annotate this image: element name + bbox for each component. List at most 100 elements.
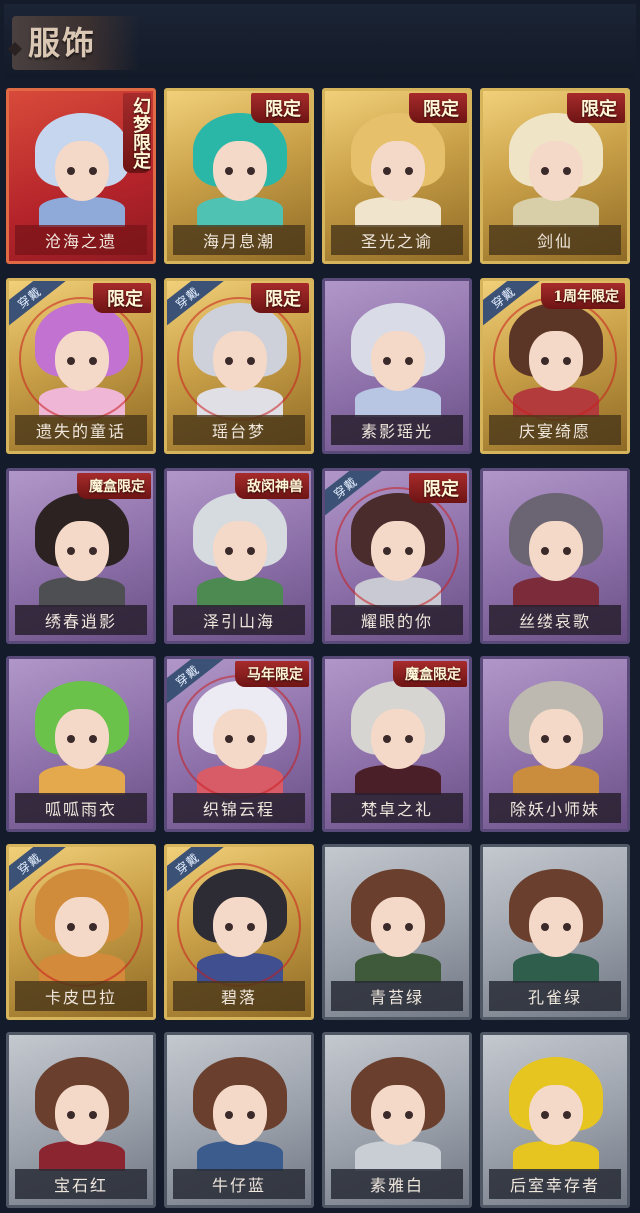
costume-name: 圣光之谕 xyxy=(331,225,463,255)
outfit-shape xyxy=(39,765,125,795)
costume-name: 梵卓之礼 xyxy=(331,793,463,823)
limited-tag: 限定 xyxy=(251,93,309,123)
eyes-shape xyxy=(67,1111,97,1119)
character-portrait xyxy=(501,1049,611,1171)
eyes-shape xyxy=(67,923,97,931)
costume-name: 海月息潮 xyxy=(173,225,305,255)
limited-tag: 限定 xyxy=(409,93,467,123)
eyes-shape xyxy=(225,735,255,743)
outfit-shape xyxy=(197,387,283,417)
costume-name: 青苔绿 xyxy=(331,981,463,1011)
costume-card[interactable]: 除妖小师妹 xyxy=(480,656,630,832)
costume-card[interactable]: 后室幸存者 xyxy=(480,1032,630,1208)
outfit-shape xyxy=(513,953,599,983)
character-portrait xyxy=(501,861,611,983)
costume-name: 瑶台梦 xyxy=(173,415,305,445)
outfit-shape xyxy=(197,765,283,795)
costume-name: 牛仔蓝 xyxy=(173,1169,305,1199)
costume-card[interactable]: 青苔绿 xyxy=(322,844,472,1020)
costume-card[interactable]: 素影瑶光 xyxy=(322,278,472,454)
costume-card[interactable]: 限定海月息潮 xyxy=(164,88,314,264)
outfit-shape xyxy=(39,577,125,607)
eyes-shape xyxy=(225,167,255,175)
character-portrait xyxy=(185,673,295,795)
page-title: 服饰 xyxy=(28,24,97,62)
eyes-shape xyxy=(383,547,413,555)
outfit-shape xyxy=(197,953,283,983)
limited-tag: 1周年限定 xyxy=(541,283,625,309)
costume-card[interactable]: 魔盒限定 绣春逍影 xyxy=(6,468,156,644)
costume-name: 庆宴绮愿 xyxy=(489,415,621,445)
eyes-shape xyxy=(225,357,255,365)
costume-card[interactable]: 穿戴 马年限定 织锦云程 xyxy=(164,656,314,832)
outfit-shape xyxy=(355,1141,441,1171)
character-portrait xyxy=(185,861,295,983)
costume-card[interactable]: 牛仔蓝 xyxy=(164,1032,314,1208)
costume-name: 素影瑶光 xyxy=(331,415,463,445)
character-portrait xyxy=(343,861,453,983)
costume-card[interactable]: 穿戴 限定 遗失的童话 xyxy=(6,278,156,454)
costume-card[interactable]: 呱呱雨衣 xyxy=(6,656,156,832)
outfit-shape xyxy=(355,577,441,607)
outfit-shape xyxy=(513,577,599,607)
character-portrait xyxy=(27,861,137,983)
outfit-shape xyxy=(513,197,599,227)
character-portrait xyxy=(27,485,137,607)
eyes-shape xyxy=(225,1111,255,1119)
costume-card[interactable]: 限定剑仙 xyxy=(480,88,630,264)
costume-card[interactable]: 魔盒限定梵卓之礼 xyxy=(322,656,472,832)
character-portrait xyxy=(185,1049,295,1171)
outfit-shape xyxy=(513,1141,599,1171)
limited-tag: 限定 xyxy=(251,283,309,313)
outfit-shape xyxy=(355,387,441,417)
outfit-shape xyxy=(197,577,283,607)
eyes-shape xyxy=(541,167,571,175)
costume-name: 织锦云程 xyxy=(173,793,305,823)
costume-name: 后室幸存者 xyxy=(489,1169,621,1199)
costume-name: 耀眼的你 xyxy=(331,605,463,635)
costume-card[interactable]: 穿戴 碧落 xyxy=(164,844,314,1020)
costume-name: 碧落 xyxy=(173,981,305,1011)
costume-card[interactable]: 幻梦限定 沧海之遗 xyxy=(6,88,156,264)
costume-name: 卡皮巴拉 xyxy=(15,981,147,1011)
costume-name: 孔雀绿 xyxy=(489,981,621,1011)
limited-tag: 限定 xyxy=(567,93,625,123)
costume-card[interactable]: 穿戴 卡皮巴拉 xyxy=(6,844,156,1020)
eyes-shape xyxy=(383,1111,413,1119)
eyes-shape xyxy=(541,1111,571,1119)
eyes-shape xyxy=(541,547,571,555)
eyes-shape xyxy=(67,357,97,365)
costume-card[interactable]: 敌闵神兽 泽引山海 xyxy=(164,468,314,644)
outfit-shape xyxy=(355,953,441,983)
header: 服饰 xyxy=(4,4,636,78)
costume-name: 丝缕哀歌 xyxy=(489,605,621,635)
limited-tag: 魔盒限定 xyxy=(77,473,151,499)
character-portrait xyxy=(501,485,611,607)
costume-name: 沧海之遗 xyxy=(15,225,147,255)
eyes-shape xyxy=(383,735,413,743)
costume-card[interactable]: 丝缕哀歌 xyxy=(480,468,630,644)
outfit-shape xyxy=(39,387,125,417)
outfit-shape xyxy=(39,953,125,983)
costume-grid: 幻梦限定 沧海之遗 限定 海月息潮 限定 圣光之谕 限定 剑仙 穿戴 限定 遗失的童话 穿戴 限定 瑶台梦… xyxy=(4,88,636,1210)
character-portrait xyxy=(27,1049,137,1171)
eyes-shape xyxy=(541,735,571,743)
character-portrait xyxy=(343,673,453,795)
costume-card[interactable]: 素雅白 xyxy=(322,1032,472,1208)
limited-tag: 限定 xyxy=(409,473,467,503)
costume-name: 呱呱雨衣 xyxy=(15,793,147,823)
costume-card[interactable]: 穿戴 限定 瑶台梦 xyxy=(164,278,314,454)
costume-card[interactable]: 穿戴 限定 耀眼的你 xyxy=(322,468,472,644)
outfit-shape xyxy=(197,1141,283,1171)
character-portrait xyxy=(27,673,137,795)
limited-tag: 魔盒限定 xyxy=(393,661,467,687)
costume-card[interactable]: 宝石红 xyxy=(6,1032,156,1208)
eyes-shape xyxy=(541,923,571,931)
costume-name: 剑仙 xyxy=(489,225,621,255)
eyes-shape xyxy=(67,167,97,175)
character-portrait xyxy=(501,673,611,795)
costume-card[interactable]: 孔雀绿 xyxy=(480,844,630,1020)
costume-name: 泽引山海 xyxy=(173,605,305,635)
costume-card[interactable]: 限定圣光之谕 xyxy=(322,88,472,264)
costume-card[interactable]: 穿戴 1周年限定 庆宴绮愿 xyxy=(480,278,630,454)
